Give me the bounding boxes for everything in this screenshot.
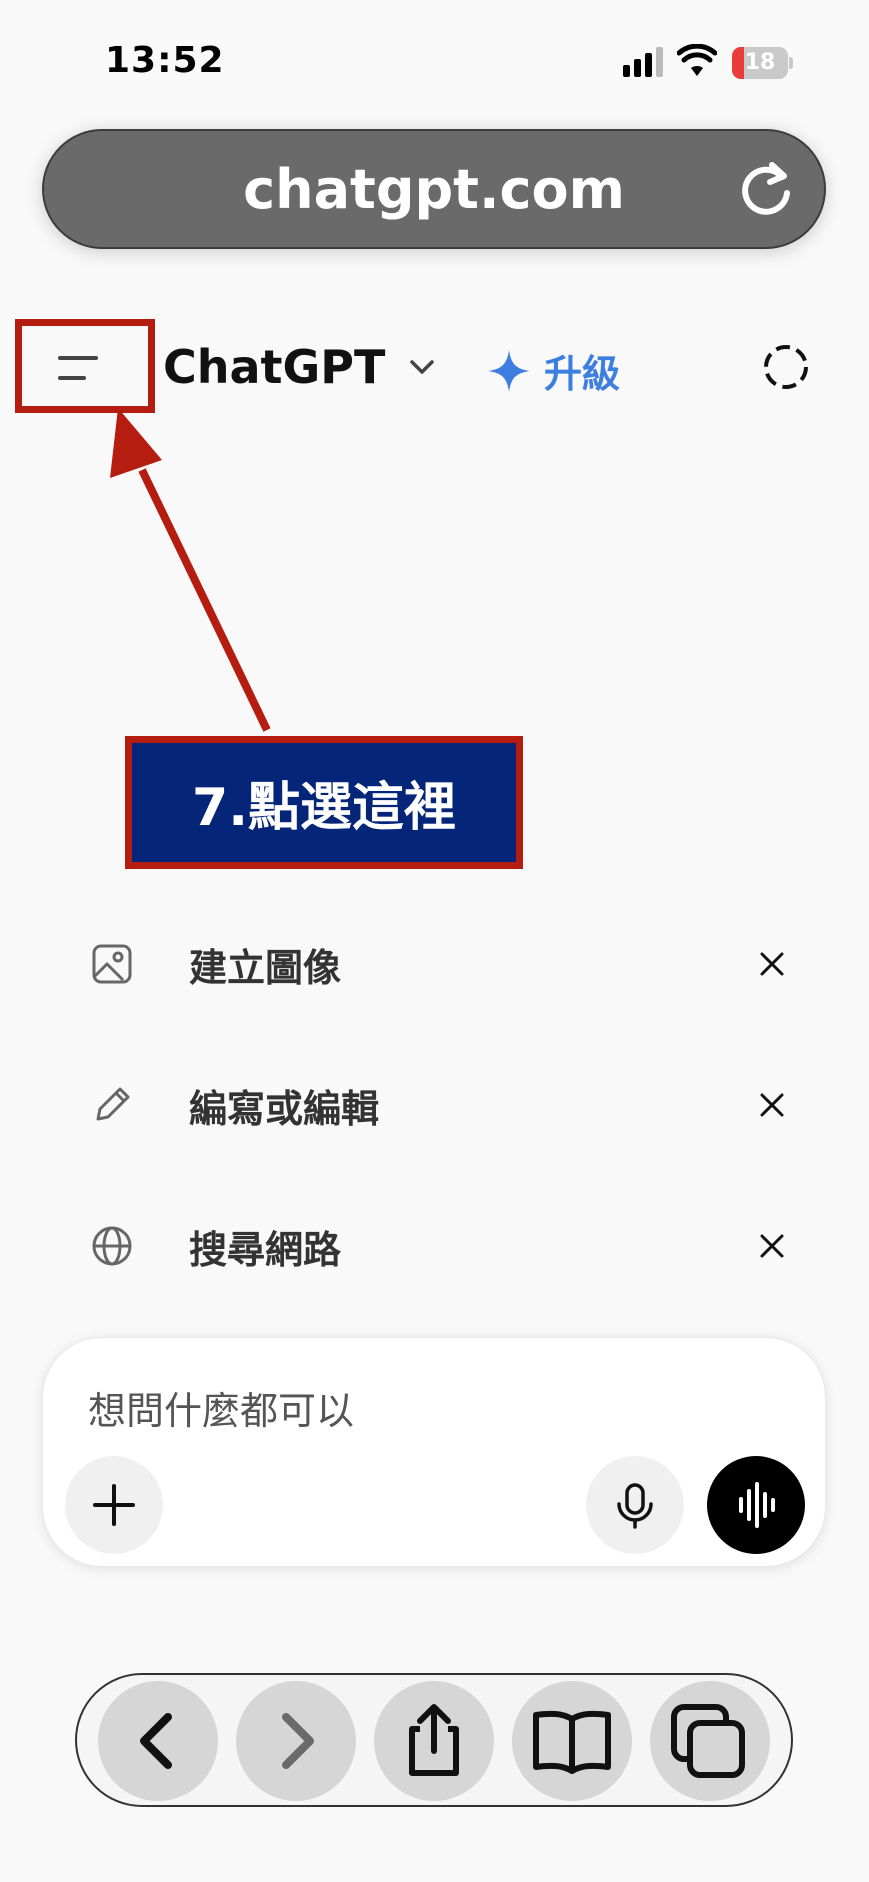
reload-icon[interactable] — [736, 159, 796, 219]
tabs-icon — [671, 1704, 745, 1778]
annotation-label: 7.點選這裡 — [125, 736, 523, 869]
chevron-right-icon — [282, 1713, 314, 1769]
pencil-icon — [96, 1087, 130, 1121]
temporary-chat-icon[interactable] — [762, 343, 810, 391]
suggestion-search-web[interactable]: 搜尋網路 — [90, 1206, 790, 1286]
chevron-left-icon — [140, 1713, 172, 1769]
share-icon — [409, 1704, 459, 1776]
globe-icon — [92, 1226, 132, 1266]
upgrade-button[interactable]: 升級 — [486, 343, 620, 398]
battery-level: 18 — [744, 50, 776, 75]
image-icon — [92, 944, 132, 984]
plus-icon — [93, 1484, 135, 1526]
microphone-icon — [617, 1483, 653, 1529]
close-icon[interactable] — [754, 946, 790, 982]
app-title: ChatGPT — [163, 340, 386, 394]
status-time: 13:52 — [105, 40, 225, 81]
share-button[interactable] — [374, 1681, 494, 1801]
url-text: chatgpt.com — [243, 157, 625, 221]
voice-waveform-icon — [739, 1482, 775, 1528]
suggestion-label: 編寫或編輯 — [189, 1086, 380, 1131]
book-icon — [533, 1710, 611, 1774]
upgrade-label: 升級 — [544, 352, 621, 396]
suggestion-label: 搜尋網路 — [189, 1227, 342, 1272]
annotation-highlight-box — [15, 319, 155, 413]
cellular-signal-icon — [623, 47, 663, 77]
bookmarks-button[interactable] — [512, 1681, 632, 1801]
wifi-icon — [677, 44, 717, 76]
message-input[interactable]: 想問什麼都可以 — [88, 1380, 354, 1435]
forward-button[interactable] — [236, 1681, 356, 1801]
tabs-button[interactable] — [650, 1681, 770, 1801]
dictate-button[interactable] — [586, 1456, 684, 1554]
close-icon[interactable] — [754, 1087, 790, 1123]
suggestion-create-image[interactable]: 建立圖像 — [90, 924, 790, 1004]
add-attachment-button[interactable] — [65, 1456, 163, 1554]
chevron-down-icon — [410, 360, 435, 374]
sparkle-icon — [488, 349, 530, 392]
address-bar[interactable]: chatgpt.com — [42, 129, 826, 249]
suggestion-label: 建立圖像 — [189, 945, 342, 990]
voice-mode-button[interactable] — [707, 1456, 805, 1554]
model-selector[interactable]: ChatGPT — [163, 340, 439, 394]
suggestion-write-or-edit[interactable]: 編寫或編輯 — [90, 1065, 790, 1145]
close-icon[interactable] — [754, 1228, 790, 1264]
back-button[interactable] — [98, 1681, 218, 1801]
battery-icon: 18 — [732, 47, 794, 79]
